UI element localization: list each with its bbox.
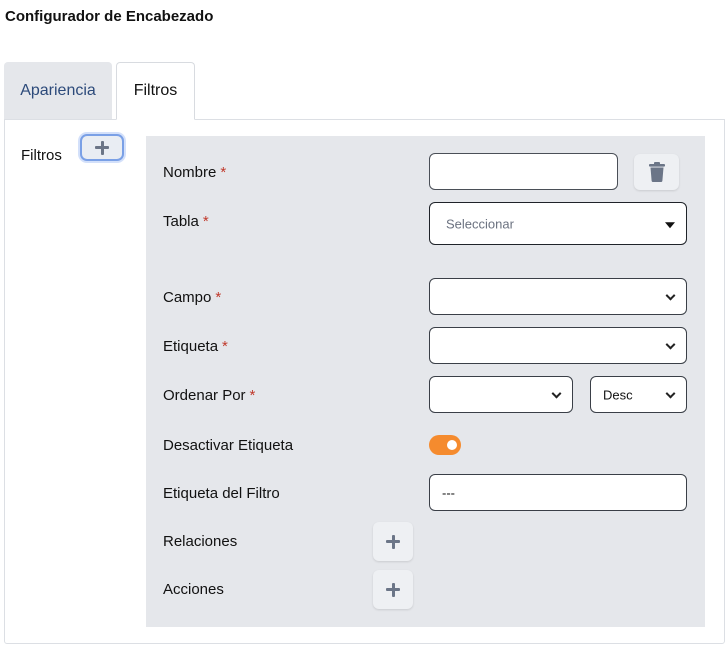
required-marker: * [220,164,227,181]
campo-select[interactable] [429,278,687,315]
ordenar-por-select[interactable] [429,376,573,413]
required-marker: * [202,213,209,230]
tabla-label-text: Tabla [163,213,199,230]
nombre-input[interactable] [429,153,618,190]
etiqueta-select[interactable] [429,327,687,364]
etiqueta-filtro-value: --- [442,485,455,500]
desactivar-etiqueta-label: Desactivar Etiqueta [163,437,294,454]
required-marker: * [249,387,256,404]
plus-icon [386,582,400,597]
required-marker: * [215,289,222,306]
delete-filter-button[interactable] [634,154,679,190]
filtros-label: Filtros [21,147,62,164]
tabla-label: Tabla * [163,213,209,230]
acciones-label: Acciones [163,581,224,598]
etiqueta-filtro-label: Etiqueta del Filtro [163,485,280,502]
desactivar-etiqueta-toggle[interactable] [429,435,461,455]
etiqueta-filtro-input[interactable]: --- [429,474,687,511]
chevron-down-icon [665,388,676,399]
trash-icon [648,162,665,182]
tabla-select[interactable]: Seleccionar [429,202,687,245]
nombre-label-text: Nombre [163,164,217,181]
order-direction-select[interactable]: Desc [590,376,687,413]
nombre-label: Nombre * [163,164,226,181]
add-relacion-button[interactable] [373,522,413,561]
caret-down-icon [665,221,675,228]
relaciones-label: Relaciones [163,533,238,550]
plus-icon [386,534,400,549]
tab-filtros[interactable]: Filtros [116,62,195,120]
chevron-down-icon [665,339,676,350]
add-accion-button[interactable] [373,570,413,609]
campo-label-text: Campo [163,289,212,306]
add-filter-button[interactable] [80,134,124,161]
plus-icon [95,140,109,155]
required-marker: * [222,338,228,355]
ordenar-por-label-text: Ordenar Por [163,387,246,404]
chevron-down-icon [665,290,676,301]
campo-label: Campo * [163,289,221,306]
ordenar-por-label: Ordenar Por * [163,387,255,404]
tabla-placeholder: Seleccionar [446,216,514,231]
toggle-knob [447,440,457,450]
etiqueta-label-text: Etiqueta [163,338,219,355]
tab-apariencia[interactable]: Apariencia [4,62,112,120]
order-direction-value: Desc [603,387,633,402]
chevron-down-icon [551,388,562,399]
page-title: Configurador de Encabezado [5,8,214,25]
etiqueta-label: Etiqueta * [163,338,228,355]
